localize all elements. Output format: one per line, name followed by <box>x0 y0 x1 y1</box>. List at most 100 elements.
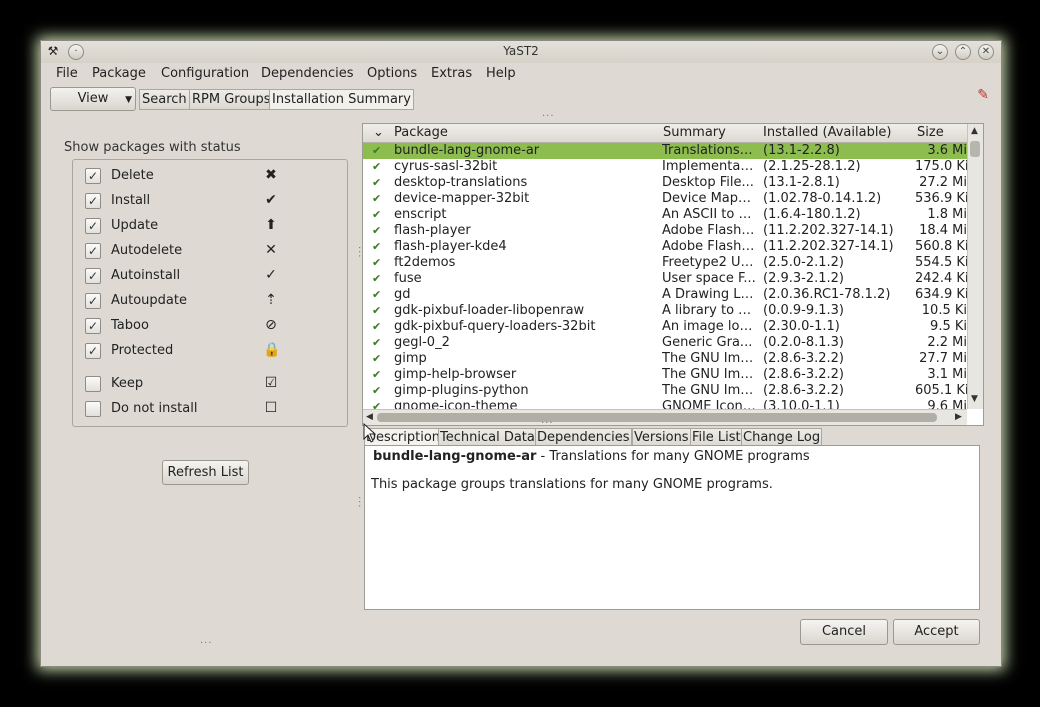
vertical-scrollbar[interactable]: ▲ ▼ <box>967 124 983 409</box>
table-row[interactable]: ✔ gdk-pixbuf-query-loaders-32bit An image … <box>363 319 967 335</box>
cell-summary: Desktop File... <box>662 175 754 190</box>
table-row[interactable]: ✔ fuse User space F... (2.9.3-2.1.2) 242.4 K… <box>363 271 967 287</box>
maximize-icon[interactable]: ⌃ <box>955 44 971 60</box>
column-size[interactable]: Size <box>917 125 944 140</box>
table-row[interactable]: ✔ gdk-pixbuf-loader-libopenraw A library t… <box>363 303 967 319</box>
menu-file[interactable]: File <box>56 66 78 81</box>
status-checkbox[interactable]: ✓ <box>85 218 101 234</box>
cell-installed: (2.9.3-2.1.2) <box>763 271 844 286</box>
menu-options[interactable]: Options <box>367 66 417 81</box>
table-row[interactable]: ✔ gimp-help-browser The GNU Ima... (2.8.6-3… <box>363 367 967 383</box>
cell-installed: (2.30.0-1.1) <box>763 319 840 334</box>
horizontal-scrollbar[interactable]: ◀ ▶ <box>363 409 967 425</box>
refresh-list-button[interactable]: Refresh List <box>162 460 249 485</box>
table-row[interactable]: ✔ gnome-icon-theme GNOME Icon ... (3.10.0-1… <box>363 399 967 409</box>
cell-package: cyrus-sasl-32bit <box>394 159 498 174</box>
cancel-button[interactable]: Cancel <box>800 619 888 645</box>
scroll-up-icon[interactable]: ▲ <box>971 126 978 136</box>
scroll-down-icon[interactable]: ▼ <box>971 394 978 404</box>
scroll-right-icon[interactable]: ▶ <box>955 412 962 422</box>
status-checkbox[interactable] <box>85 376 101 392</box>
cell-summary: GNOME Icon ... <box>662 399 756 409</box>
cell-installed: (13.1-2.8.1) <box>763 175 840 190</box>
status-checkbox[interactable]: ✓ <box>85 193 101 209</box>
view-button-label: View <box>77 91 109 106</box>
install-status-icon: ✔ <box>372 368 382 381</box>
splitter-handle[interactable]: ··· <box>542 111 555 122</box>
status-checkbox[interactable] <box>85 401 101 417</box>
column-package[interactable]: Package <box>394 125 448 140</box>
dropdown-arrow-icon: ▼ <box>125 95 132 105</box>
cell-size: 9.6 Mi <box>927 399 967 409</box>
vertical-scroll-thumb[interactable] <box>970 141 980 157</box>
install-status-icon: ✔ <box>372 384 382 397</box>
package-table[interactable]: ⌄ Package Summary Installed (Available) … <box>362 123 984 426</box>
view-menu-button[interactable]: View ▼ <box>50 87 136 111</box>
cell-summary: Generic Gra... <box>662 335 753 350</box>
table-row[interactable]: ✔ flash-player Adobe Flash ... (11.2.202.32… <box>363 223 967 239</box>
cell-size: 27.7 Mi <box>919 351 967 366</box>
column-installed[interactable]: Installed (Available) <box>763 125 892 140</box>
sort-chevron-icon[interactable]: ⌄ <box>373 125 384 140</box>
status-label: Autoinstall <box>111 268 181 283</box>
status-checkbox[interactable]: ✓ <box>85 293 101 309</box>
table-row[interactable]: ✔ gd A Drawing Li... (2.0.36.RC1-78.1.2) 634… <box>363 287 967 303</box>
cell-installed: (2.0.36.RC1-78.1.2) <box>763 287 891 302</box>
cell-package: gdk-pixbuf-loader-libopenraw <box>394 303 585 318</box>
cell-package: gimp-help-browser <box>394 367 517 382</box>
menu-package[interactable]: Package <box>92 66 146 81</box>
status-label: Protected <box>111 343 174 358</box>
description-summary: - Translations for many GNOME programs <box>536 449 810 464</box>
mouse-cursor-icon <box>363 423 377 443</box>
status-checkbox[interactable]: ✓ <box>85 343 101 359</box>
cell-package: desktop-translations <box>394 175 528 190</box>
cell-summary: User space F... <box>662 271 756 286</box>
status-checkbox[interactable]: ✓ <box>85 268 101 284</box>
panel-resize-grip[interactable]: ··· <box>200 638 213 649</box>
table-row[interactable]: ✔ bundle-lang-gnome-ar Translations ... (13… <box>363 143 967 159</box>
table-row[interactable]: ✔ device-mapper-32bit Device Mapp... (1.02.… <box>363 191 967 207</box>
table-row[interactable]: ✔ cyrus-sasl-32bit Implementatio... (2.1.25… <box>363 159 967 175</box>
column-summary[interactable]: Summary <box>663 125 726 140</box>
status-checkbox[interactable]: ✓ <box>85 168 101 184</box>
cell-package: ft2demos <box>394 255 456 270</box>
status-checkbox[interactable]: ✓ <box>85 243 101 259</box>
status-label: Install <box>111 193 151 208</box>
description-text: This package groups translations for man… <box>371 477 773 492</box>
autoupdate-icon: ⇡ <box>265 292 277 308</box>
autoinstall-icon: ✓ <box>265 267 277 283</box>
menu-help[interactable]: Help <box>486 66 516 81</box>
close-icon[interactable]: ✕ <box>978 44 994 60</box>
table-row[interactable]: ✔ ft2demos Freetype2 Ut... (2.5.0-2.1.2) 554… <box>363 255 967 271</box>
vertical-splitter-2[interactable]: ··· <box>353 496 364 509</box>
clear-filter-icon[interactable]: ✎ <box>977 87 989 103</box>
table-row[interactable]: ✔ flash-player-kde4 Adobe Flash ... (11.2.2… <box>363 239 967 255</box>
menu-bar: File Package Configuration Dependencies … <box>41 63 1001 85</box>
horizontal-scroll-thumb[interactable] <box>377 413 937 422</box>
tab-search[interactable]: Search <box>139 89 190 110</box>
menu-extras[interactable]: Extras <box>431 66 472 81</box>
cell-installed: (2.8.6-3.2.2) <box>763 367 844 382</box>
scroll-left-icon[interactable]: ◀ <box>366 412 373 422</box>
tab-installation-summary[interactable]: Installation Summary <box>269 89 414 110</box>
table-row[interactable]: ✔ gimp-plugins-python The GNU Ima... (2.8.6… <box>363 383 967 399</box>
table-row[interactable]: ✔ enscript An ASCII to P... (1.6.4-180.1.2)… <box>363 207 967 223</box>
table-row[interactable]: ✔ desktop-translations Desktop File... (13.… <box>363 175 967 191</box>
status-checkbox[interactable]: ✓ <box>85 318 101 334</box>
cell-package: bundle-lang-gnome-ar <box>394 143 540 158</box>
table-body: ✔ bundle-lang-gnome-ar Translations ... (13… <box>363 143 967 409</box>
cell-installed: (2.8.6-3.2.2) <box>763 351 844 366</box>
cell-summary: Translations ... <box>662 143 756 158</box>
install-status-icon: ✔ <box>372 256 382 269</box>
status-label: Keep <box>111 376 144 391</box>
cell-installed: (11.2.202.327-14.1) <box>763 223 894 238</box>
tab-rpm-groups[interactable]: RPM Groups <box>189 89 274 110</box>
cell-size: 605.1 Ki <box>915 383 967 398</box>
menu-dependencies[interactable]: Dependencies <box>261 66 354 81</box>
table-row[interactable]: ✔ gegl-0_2 Generic Gra... (0.2.0-8.1.3) 2.2 … <box>363 335 967 351</box>
minimize-icon[interactable]: ⌄ <box>932 44 948 60</box>
table-row[interactable]: ✔ gimp The GNU Ima... (2.8.6-3.2.2) 27.7 Mi <box>363 351 967 367</box>
menu-configuration[interactable]: Configuration <box>161 66 249 81</box>
status-group-label: Show packages with status <box>64 140 241 155</box>
accept-button[interactable]: Accept <box>893 619 980 645</box>
